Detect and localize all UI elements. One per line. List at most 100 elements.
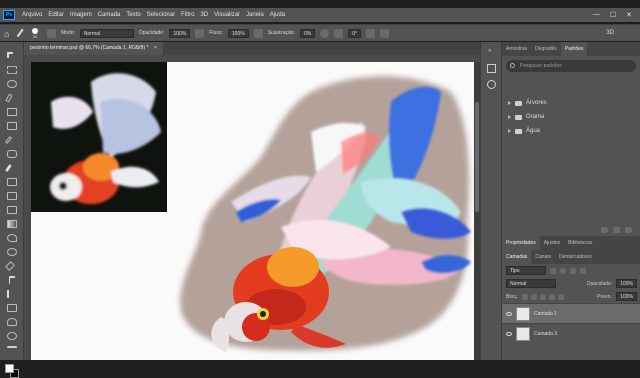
tab-paths[interactable]: Demarcadores bbox=[555, 250, 596, 264]
document-tab[interactable]: peixinho terminar.psd @ 66,7% (Camada 1,… bbox=[24, 42, 163, 55]
tab-patterns[interactable]: Padrões bbox=[560, 42, 588, 56]
layer-row[interactable]: Camada 3 bbox=[502, 323, 640, 343]
tab-layers[interactable]: Camadas bbox=[502, 250, 532, 264]
layer-kind-filter[interactable]: Tipo bbox=[506, 266, 546, 275]
pattern-folder-arvores[interactable]: Árvores bbox=[502, 96, 640, 110]
menu-texto[interactable]: Texto bbox=[123, 12, 143, 18]
healing-brush-tool-icon[interactable] bbox=[7, 150, 17, 158]
trash-icon[interactable] bbox=[625, 227, 632, 233]
new-pattern-icon[interactable] bbox=[613, 227, 620, 233]
angle-input[interactable]: 0° bbox=[348, 28, 361, 38]
pattern-folder-agua[interactable]: Água bbox=[502, 124, 640, 138]
lock-transparency-icon[interactable] bbox=[521, 293, 528, 300]
lock-all-icon[interactable] bbox=[557, 293, 564, 300]
zoom-tool-icon[interactable] bbox=[7, 332, 17, 340]
frame-tool-icon[interactable] bbox=[7, 122, 17, 130]
new-group-icon[interactable] bbox=[601, 227, 608, 233]
symmetry-icon[interactable] bbox=[379, 28, 389, 38]
menu-editar[interactable]: Editar bbox=[45, 12, 67, 18]
layer-name: Camada 1 bbox=[534, 310, 558, 317]
menu-filtro[interactable]: Filtro bbox=[178, 12, 197, 18]
layer-row[interactable]: Camada 1 bbox=[502, 303, 640, 323]
scroll-thumb[interactable] bbox=[475, 102, 479, 212]
tab-libraries[interactable]: Bibliotecas bbox=[564, 236, 596, 250]
hand-tool-icon[interactable] bbox=[7, 318, 17, 326]
tab-swatches[interactable]: Amostras bbox=[502, 42, 531, 56]
more-tools-icon[interactable] bbox=[7, 346, 17, 348]
flow-input[interactable]: 100% bbox=[227, 28, 249, 38]
eraser-tool-icon[interactable] bbox=[7, 206, 17, 214]
gradient-tool-icon[interactable] bbox=[7, 220, 17, 228]
blend-mode-select[interactable]: Normal bbox=[506, 279, 556, 288]
brush-settings-icon[interactable] bbox=[47, 28, 56, 38]
clone-stamp-tool-icon[interactable] bbox=[7, 178, 17, 186]
marquee-tool-icon[interactable] bbox=[7, 66, 17, 74]
quick-selection-tool-icon[interactable] bbox=[5, 93, 13, 103]
mode-select[interactable]: Normal bbox=[79, 28, 134, 38]
tab-adjustments[interactable]: Ajustes bbox=[540, 236, 564, 250]
visibility-eye-icon[interactable] bbox=[506, 331, 512, 336]
menu-arquivo[interactable]: Arquivo bbox=[19, 12, 45, 18]
fill-input[interactable]: 100% bbox=[616, 292, 637, 301]
type-tool-icon[interactable] bbox=[9, 276, 15, 284]
smoothing-gear-icon[interactable] bbox=[320, 28, 330, 38]
tab-gradients[interactable]: Degradês bbox=[531, 42, 561, 56]
filter-adjustment-icon[interactable] bbox=[560, 267, 566, 274]
pattern-folder-grama[interactable]: Grama bbox=[502, 110, 640, 124]
patterns-search-input[interactable]: Pesquisar padrões bbox=[506, 60, 636, 72]
lock-label: Bloq.: bbox=[506, 293, 519, 300]
brush-tool-icon[interactable] bbox=[16, 28, 26, 38]
search-placeholder: Pesquisar padrões bbox=[520, 63, 562, 69]
menu-camada[interactable]: Camada bbox=[95, 12, 124, 18]
tab-channels[interactable]: Canais bbox=[531, 250, 555, 264]
visibility-eye-icon[interactable] bbox=[506, 311, 512, 316]
blur-tool-icon[interactable] bbox=[7, 234, 17, 242]
reference-photo bbox=[31, 62, 167, 212]
home-icon[interactable]: ⌂ bbox=[4, 29, 14, 39]
angle-icon[interactable] bbox=[334, 28, 344, 38]
menu-imagem[interactable]: Imagem bbox=[67, 12, 95, 18]
move-tool-icon[interactable] bbox=[7, 52, 13, 58]
dodge-tool-icon[interactable] bbox=[7, 248, 17, 256]
menu-selecionar[interactable]: Selecionar bbox=[144, 12, 178, 18]
collapse-arrows-icon[interactable]: » bbox=[488, 48, 491, 54]
filter-shape-icon[interactable] bbox=[580, 267, 586, 274]
brush-tool-icon[interactable] bbox=[4, 163, 13, 173]
filter-type-icon[interactable] bbox=[570, 267, 576, 274]
path-selection-tool-icon[interactable] bbox=[7, 290, 13, 298]
airbrush-icon[interactable] bbox=[253, 28, 263, 38]
options-bar: ⌂ 30 Modo: Normal Opacidade: 100% Fluxo:… bbox=[0, 24, 640, 41]
rectangle-tool-icon[interactable] bbox=[7, 304, 17, 312]
crop-tool-icon[interactable] bbox=[7, 108, 17, 116]
history-brush-tool-icon[interactable] bbox=[7, 192, 17, 200]
lasso-tool-icon[interactable] bbox=[7, 80, 17, 88]
filter-pixel-icon[interactable] bbox=[550, 267, 556, 274]
patterns-panel-tabs: Amostras Degradês Padrões bbox=[502, 42, 640, 56]
brush-preset-picker[interactable]: 30 bbox=[28, 27, 42, 39]
history-panel-icon[interactable] bbox=[487, 64, 496, 73]
lock-artboard-icon[interactable] bbox=[548, 293, 555, 300]
minimize-button[interactable]: — bbox=[593, 11, 600, 19]
foreground-color-swatch[interactable] bbox=[5, 364, 14, 373]
menu-3d[interactable]: 3D bbox=[197, 12, 211, 18]
menu-ajuda[interactable]: Ajuda bbox=[267, 12, 288, 18]
close-button[interactable]: ✕ bbox=[626, 11, 632, 19]
opacity-input[interactable]: 100% bbox=[169, 28, 191, 38]
pen-tool-icon[interactable] bbox=[5, 261, 15, 271]
mode-label: Modo: bbox=[61, 30, 75, 36]
lock-pixels-icon[interactable] bbox=[530, 293, 537, 300]
document-tab-close-icon[interactable]: × bbox=[154, 45, 157, 51]
menu-janela[interactable]: Janela bbox=[243, 12, 267, 18]
pressure-opacity-icon[interactable] bbox=[195, 28, 205, 38]
layer-opacity-input[interactable]: 100% bbox=[616, 279, 637, 288]
pressure-size-icon[interactable] bbox=[365, 28, 375, 38]
eyedropper-tool-icon[interactable] bbox=[4, 135, 13, 145]
smoothing-input[interactable]: 0% bbox=[299, 28, 316, 38]
chevron-right-icon bbox=[508, 101, 511, 105]
tab-properties[interactable]: Propriedades bbox=[502, 236, 540, 250]
folder-label: Árvores bbox=[526, 100, 547, 106]
maximize-button[interactable]: ☐ bbox=[610, 11, 616, 19]
menu-visualizar[interactable]: Visualizar bbox=[211, 12, 243, 18]
lock-position-icon[interactable] bbox=[539, 293, 546, 300]
adjust-panel-icon[interactable] bbox=[487, 80, 496, 89]
